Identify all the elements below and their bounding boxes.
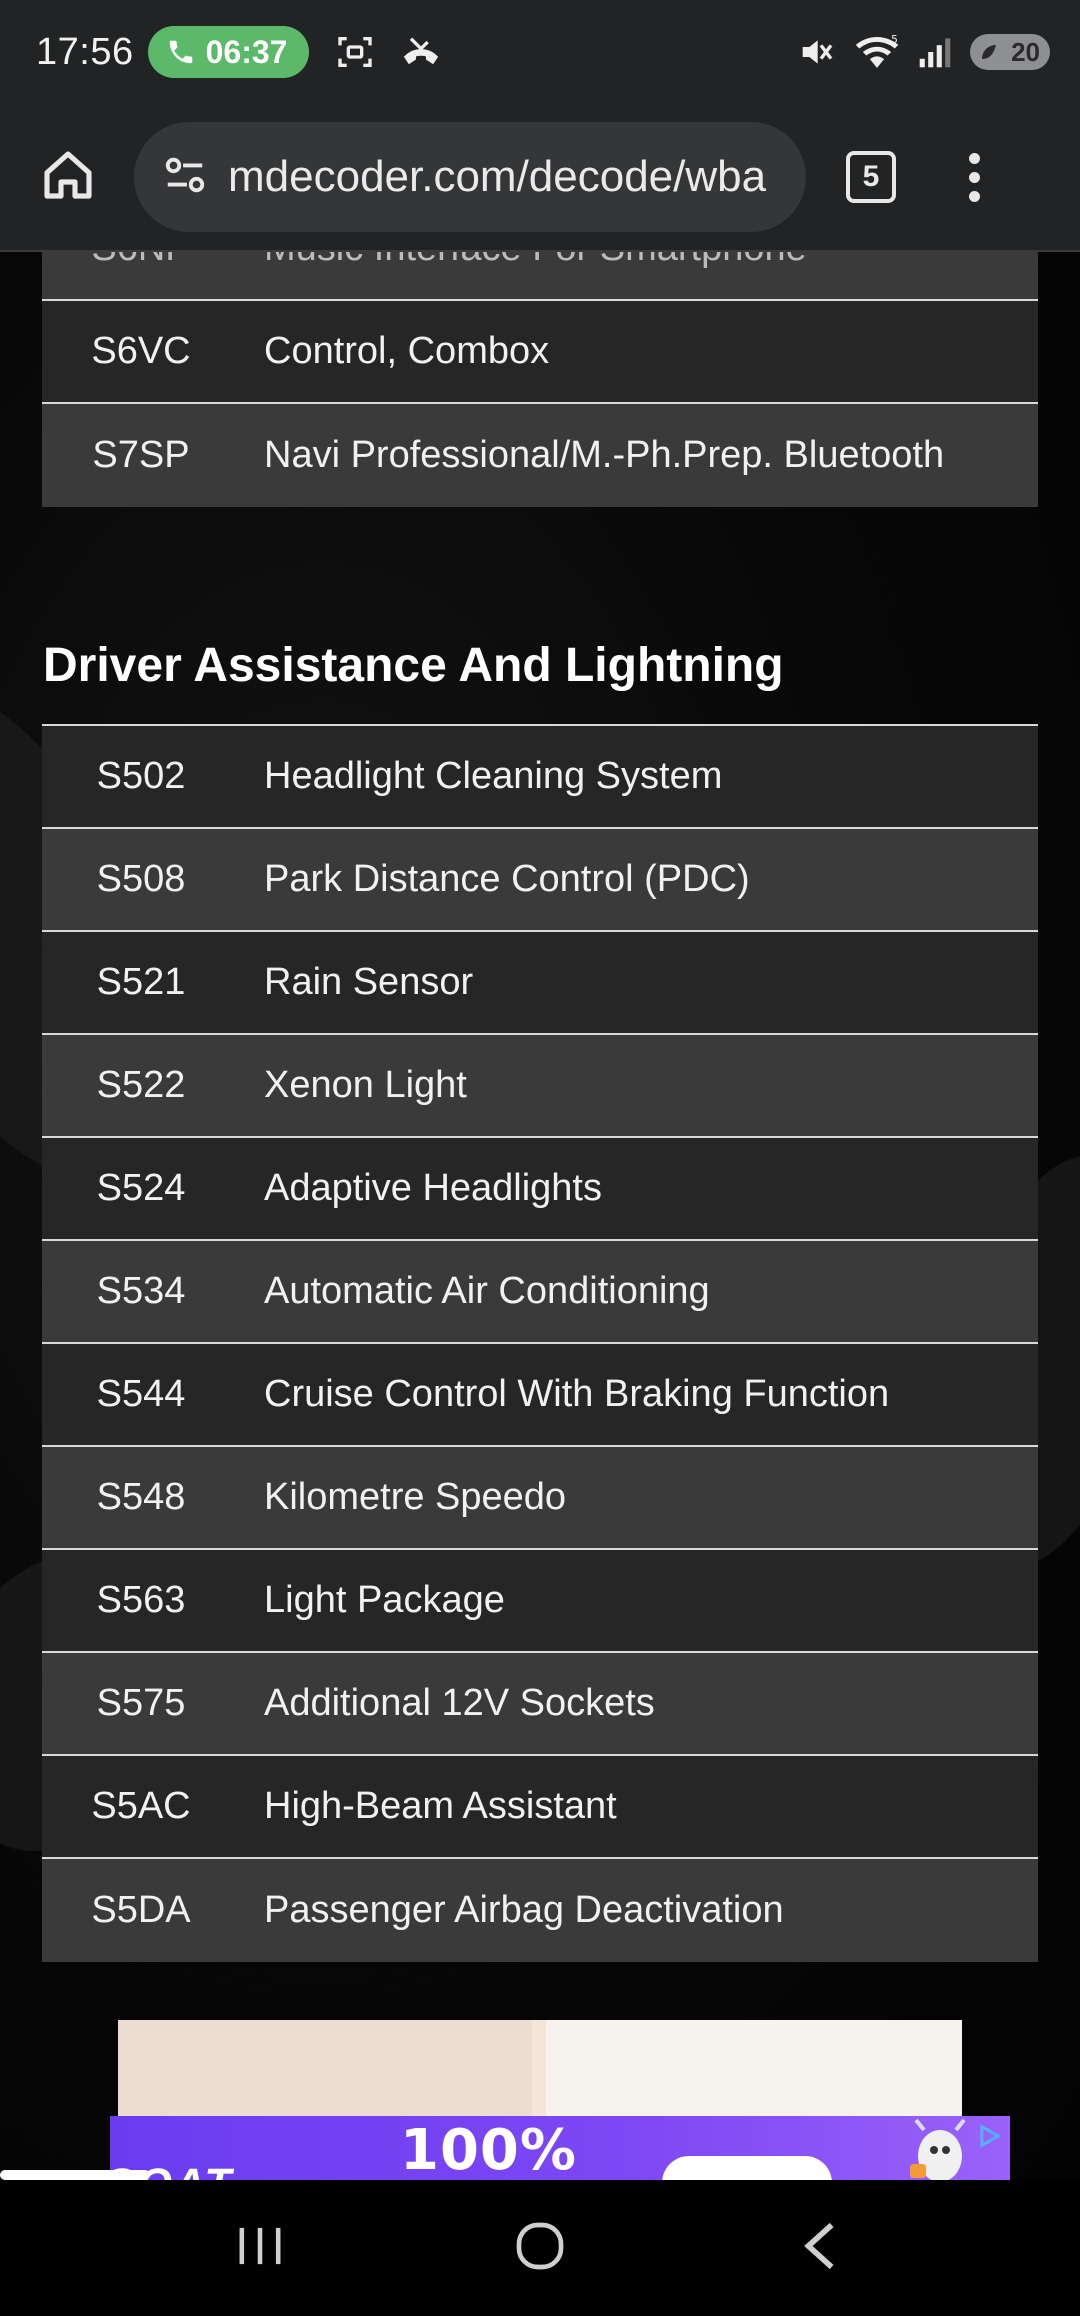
status-bar: 17:56 06:37 5 20 [0, 0, 1080, 104]
system-navigation-bar [0, 2180, 1080, 2316]
ad-headline: 100% [400, 2118, 578, 2180]
table-row: S548 Kilometre Speedo [42, 1447, 1038, 1550]
option-code: S534 [96, 1270, 186, 1312]
svg-text:5: 5 [891, 33, 898, 46]
table-row: S502 Headlight Cleaning System [42, 726, 1038, 829]
browser-toolbar: mdecoder.com/decode/wba 5 [0, 104, 1080, 252]
option-description: Headlight Cleaning System [264, 755, 723, 797]
call-timer: 06:37 [205, 33, 288, 70]
option-description: Navi Professional/M.-Ph.Prep. Bluetooth [264, 434, 945, 476]
back-chevron-icon [796, 2218, 844, 2279]
option-description: Light Package [264, 1579, 505, 1621]
ongoing-call-pill[interactable]: 06:37 [147, 26, 310, 78]
mute-icon [796, 32, 836, 72]
home-button[interactable] [24, 133, 112, 221]
screenshot-icon [335, 32, 375, 72]
option-code: S502 [96, 755, 186, 797]
driver-assistance-table: S502 Headlight Cleaning System S508 Park… [42, 726, 1038, 1962]
option-code: S6NP [42, 252, 240, 270]
table-row: S575 Additional 12V Sockets [42, 1653, 1038, 1756]
battery-icon: 20 [970, 34, 1050, 70]
recent-apps-button[interactable] [210, 2203, 310, 2293]
page-content: S6NP Music Interface For Smartphone S6VC… [0, 252, 1080, 2180]
option-description: Xenon Light [264, 1064, 467, 1106]
option-code: S521 [96, 961, 186, 1003]
option-description: Music Interface For Smartphone [240, 252, 807, 270]
menu-dot [968, 152, 980, 164]
home-circle-icon [512, 2218, 568, 2279]
battery-level: 20 [1011, 36, 1040, 67]
ad-choices-icon[interactable] [976, 2122, 1004, 2150]
option-code: S5DA [91, 1889, 191, 1931]
site-info-icon[interactable] [162, 152, 208, 203]
table-row: S521 Rain Sensor [42, 932, 1038, 1035]
table-row-partial: S6NP Music Interface For Smartphone [42, 252, 1038, 301]
option-description: Rain Sensor [264, 961, 474, 1003]
option-description: Kilometre Speedo [264, 1476, 567, 1518]
table-row: S7SP Navi Professional/M.-Ph.Prep. Bluet… [42, 404, 1038, 507]
ad-banner[interactable]: GOAT 100% [110, 2116, 1010, 2180]
menu-dot [968, 190, 980, 202]
status-time: 17:56 [36, 30, 134, 73]
table-row: S5DA Passenger Airbag Deactivation [42, 1859, 1038, 1962]
home-icon [40, 147, 96, 208]
wifi-icon: 5 [854, 32, 900, 72]
table-row: S522 Xenon Light [42, 1035, 1038, 1138]
option-code: S7SP [92, 434, 190, 476]
phone-icon [166, 37, 196, 67]
option-code: S5AC [91, 1785, 191, 1827]
signal-icon [918, 34, 952, 70]
option-code: S575 [96, 1682, 186, 1724]
table-row: S508 Park Distance Control (PDC) [42, 829, 1038, 932]
url-text[interactable]: mdecoder.com/decode/wba [228, 152, 766, 202]
address-bar[interactable]: mdecoder.com/decode/wba [134, 122, 806, 232]
option-description: Adaptive Headlights [264, 1167, 602, 1209]
option-code: S524 [96, 1167, 186, 1209]
option-code: S522 [96, 1064, 186, 1106]
table-row: S5AC High-Beam Assistant [42, 1756, 1038, 1859]
option-description: Automatic Air Conditioning [264, 1270, 710, 1312]
ad-cta-button[interactable] [662, 2156, 832, 2180]
menu-dot [968, 171, 980, 183]
option-description: Control, Combox [264, 330, 550, 372]
section-title: Driver Assistance And Lightning [43, 639, 784, 692]
table-row: S6VC Control, Combox [42, 301, 1038, 404]
more-menu-button[interactable] [954, 137, 994, 217]
back-button[interactable] [770, 2203, 870, 2293]
option-description: High-Beam Assistant [264, 1785, 617, 1827]
table-row: S524 Adaptive Headlights [42, 1138, 1038, 1241]
option-description: Additional 12V Sockets [264, 1682, 655, 1724]
ad-overlay-edge [0, 2170, 150, 2180]
option-code: S563 [96, 1579, 186, 1621]
goat-mascot-icon [890, 2116, 990, 2180]
table-row: S544 Cruise Control With Braking Functio… [42, 1344, 1038, 1447]
option-description: Passenger Airbag Deactivation [264, 1889, 784, 1931]
recents-icon [232, 2221, 288, 2276]
table-row: S563 Light Package [42, 1550, 1038, 1653]
option-code: S544 [96, 1373, 186, 1415]
option-code: S6VC [91, 330, 191, 372]
missed-call-icon [401, 32, 441, 72]
table-row: S534 Automatic Air Conditioning [42, 1241, 1038, 1344]
options-table-top: S6NP Music Interface For Smartphone S6VC… [42, 252, 1038, 507]
tab-switcher-button[interactable]: 5 [846, 151, 896, 203]
option-description: Cruise Control With Braking Function [264, 1373, 890, 1415]
option-code: S508 [96, 858, 186, 900]
home-nav-button[interactable] [490, 2203, 590, 2293]
option-description: Park Distance Control (PDC) [264, 858, 750, 900]
option-code: S548 [96, 1476, 186, 1518]
